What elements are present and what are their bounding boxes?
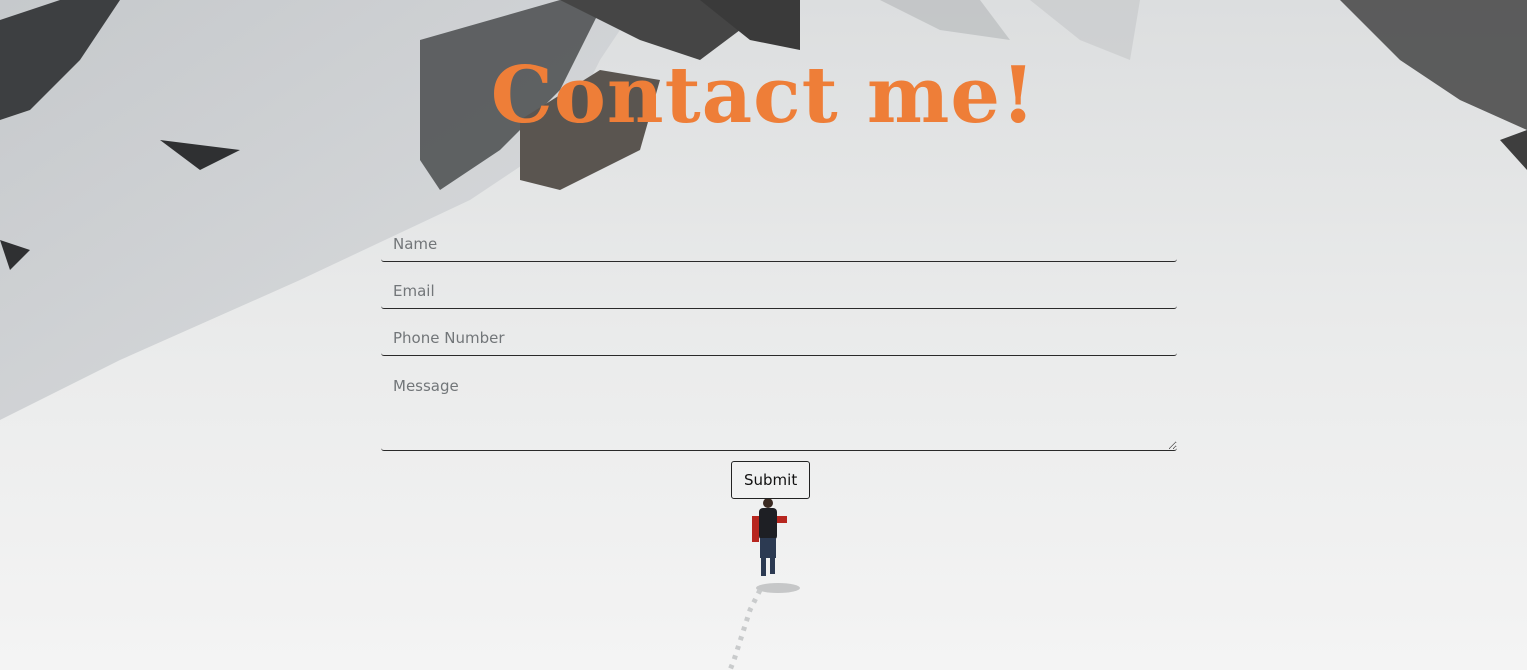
page-title: Contact me! bbox=[490, 50, 1037, 141]
message-field[interactable] bbox=[381, 367, 1177, 451]
name-field[interactable] bbox=[381, 226, 1177, 262]
submit-button[interactable]: Submit bbox=[731, 461, 811, 499]
contact-form bbox=[381, 226, 1177, 462]
email-field[interactable] bbox=[381, 273, 1177, 309]
contact-page: Contact me! Submit bbox=[0, 0, 1527, 670]
phone-number-field[interactable] bbox=[381, 320, 1177, 356]
submit-container: Submit bbox=[731, 461, 811, 499]
